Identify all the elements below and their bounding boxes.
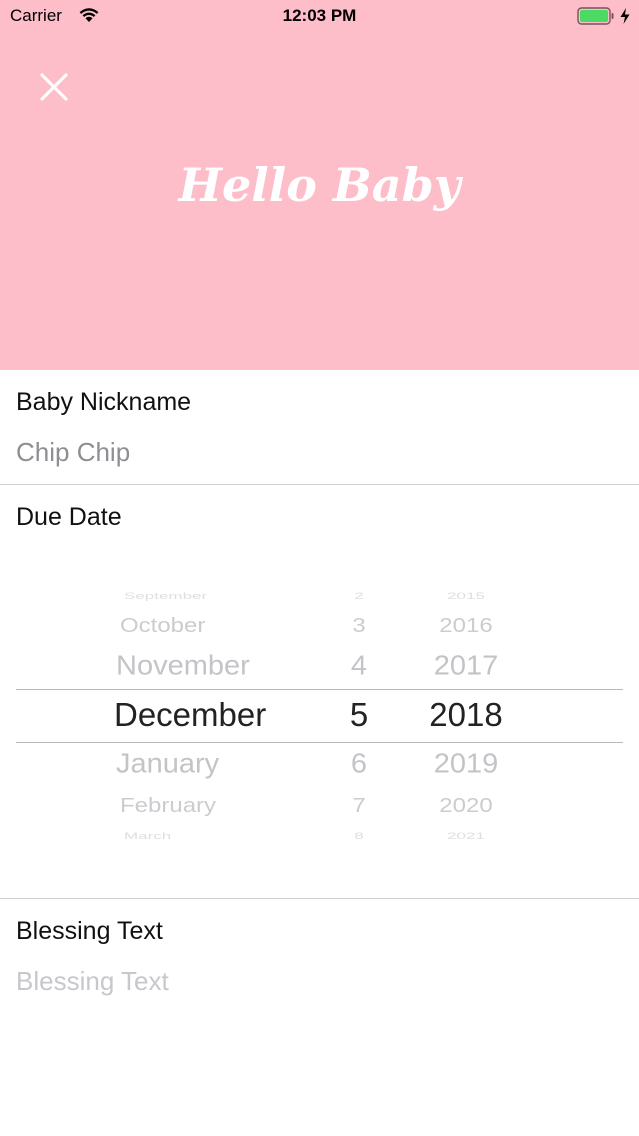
picker-month-item[interactable]: October (120, 614, 205, 638)
close-button[interactable] (30, 63, 78, 111)
blessing-label: Blessing Text (16, 917, 163, 945)
hero-title: Hello Baby (178, 158, 461, 212)
picker-day-item[interactable]: 7 (352, 794, 365, 818)
due-date-picker[interactable]: September October November December January F… (16, 576, 623, 856)
picker-month-item[interactable]: March (124, 830, 171, 841)
close-icon (40, 73, 68, 101)
picker-year-item[interactable]: 2020 (439, 794, 492, 818)
picker-year-item[interactable]: 2019 (434, 748, 499, 780)
new-baby-screen: Carrier 12:03 PM Hello Baby Baby Nicknam… (0, 0, 639, 1136)
header: Carrier 12:03 PM Hello Baby (0, 0, 639, 370)
clock: 12:03 PM (282, 6, 357, 25)
picker-day-item[interactable]: 8 (354, 830, 363, 841)
picker-year-item[interactable]: 2016 (439, 614, 492, 638)
picker-day-column[interactable]: 2 3 4 5 6 7 8 (316, 576, 406, 856)
battery-icon (577, 7, 615, 25)
picker-day-item[interactable]: 2 (354, 590, 363, 601)
picker-month-item[interactable]: January (116, 748, 219, 780)
status-bar: Carrier 12:03 PM (0, 0, 639, 34)
divider (0, 898, 639, 899)
picker-month-item[interactable]: November (116, 650, 250, 682)
picker-year-item[interactable]: 2015 (447, 590, 485, 601)
picker-month-item[interactable]: September (124, 590, 207, 601)
nickname-input[interactable] (16, 434, 616, 470)
picker-month-column[interactable]: September October November December January F… (16, 576, 316, 856)
picker-year-item[interactable]: 2021 (447, 830, 485, 841)
charging-bolt-icon (619, 7, 631, 25)
picker-day-item[interactable]: 6 (351, 748, 367, 780)
blessing-input[interactable] (16, 963, 616, 999)
picker-year-column[interactable]: 2015 2016 2017 2018 2019 2020 2021 (406, 576, 536, 856)
picker-day-item[interactable]: 3 (352, 614, 365, 638)
picker-month-item[interactable]: February (120, 794, 216, 818)
due-date-label: Due Date (16, 503, 122, 531)
picker-day-item[interactable]: 5 (350, 696, 368, 734)
picker-year-item[interactable]: 2018 (429, 696, 502, 734)
picker-month-item[interactable]: December (114, 696, 266, 734)
picker-year-item[interactable]: 2017 (434, 650, 499, 682)
nickname-label: Baby Nickname (16, 388, 192, 416)
picker-day-item[interactable]: 4 (351, 650, 367, 682)
divider (0, 484, 639, 485)
